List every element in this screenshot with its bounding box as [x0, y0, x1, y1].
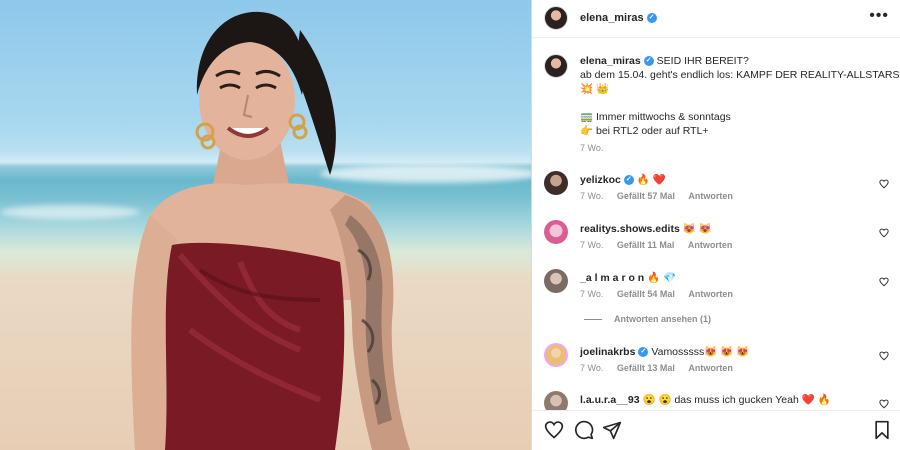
post-side-panel: elena_miras ✓ ••• elena_miras ✓ SEID IHR B… [531, 0, 900, 450]
more-options-icon[interactable]: ••• [869, 8, 889, 24]
comment-likes[interactable]: Gefällt 54 Mal [617, 289, 675, 299]
heart-icon[interactable] [879, 277, 889, 287]
verified-badge-icon: ✓ [646, 13, 657, 24]
heart-icon[interactable] [879, 179, 889, 189]
comment-item: l.a.u.r.a__93 😮 😮 das muss ich gucken Ye… [532, 391, 900, 410]
comment-text: 🔥 ❤️ [636, 174, 666, 186]
view-replies-label: Antworten ansehen (1) [614, 314, 712, 324]
avatar[interactable] [544, 171, 568, 195]
comment-username[interactable]: joelinakrbs [580, 346, 635, 358]
comment-username[interactable]: yelizkoc [580, 174, 621, 186]
caption-username[interactable]: elena_miras [580, 55, 641, 67]
share-icon[interactable] [602, 420, 622, 440]
reply-button[interactable]: Antworten [688, 289, 733, 299]
comment-text: 🔥 💎 [647, 272, 677, 284]
comment-username[interactable]: _a l m a r o n [580, 272, 644, 284]
verified-badge-icon: ✓ [638, 347, 649, 358]
comment-item: joelinakrbs ✓ Vamosssss😻 😻 😻 7 Wo. Gefäll… [532, 343, 900, 391]
reply-button[interactable]: Antworten [688, 363, 733, 373]
divider [584, 319, 602, 321]
comment-age: 7 Wo. [580, 240, 604, 250]
comment-item: realitys.shows.edits 😻 😻 7 Wo. Gefällt 1… [532, 220, 900, 268]
verified-badge-icon: ✓ [643, 56, 654, 67]
woman-illustration [131, 11, 410, 450]
heart-icon[interactable] [879, 351, 889, 361]
comment-username[interactable]: realitys.shows.edits [580, 223, 680, 235]
avatar[interactable] [544, 54, 568, 78]
post-username[interactable]: elena_miras [580, 12, 644, 24]
bookmark-icon[interactable] [872, 420, 892, 440]
comment-age: 7 Wo. [580, 191, 604, 201]
comment-username[interactable]: l.a.u.r.a__93 [580, 394, 640, 406]
caption-line: SEID IHR BEREIT? [656, 55, 749, 67]
post-header: elena_miras ✓ ••• [532, 0, 900, 38]
heart-icon[interactable] [544, 420, 564, 440]
comment-text: 😮 😮 das muss ich gucken Yeah ❤️ 🔥 [642, 394, 831, 406]
caption-line: 🚃 Immer mittwochs & sonntags [580, 111, 731, 123]
comment-text: Vamosssss😻 😻 😻 [651, 346, 750, 358]
heart-icon[interactable] [879, 399, 889, 409]
comment-age: 7 Wo. [580, 289, 604, 299]
comment-age: 7 Wo. [580, 363, 604, 373]
caption-line: 👉 bei RTL2 oder auf RTL+ [580, 125, 709, 137]
avatar[interactable] [544, 269, 568, 293]
avatar[interactable] [544, 6, 568, 30]
comment-likes[interactable]: Gefällt 11 Mal [617, 240, 675, 250]
comment-item: yelizkoc ✓ 🔥 ❤️ 7 Wo. Gefällt 57 Mal Antw… [532, 171, 900, 219]
avatar[interactable] [544, 343, 568, 367]
caption-line: 💥 👑 [580, 83, 610, 95]
heart-icon[interactable] [879, 228, 889, 238]
comment-icon[interactable] [574, 420, 594, 440]
caption-age: 7 Wo. [580, 143, 604, 153]
action-bar [532, 410, 900, 450]
view-replies-button[interactable]: Antworten ansehen (1) [584, 314, 711, 324]
comment-text: 😻 😻 [682, 223, 712, 235]
avatar[interactable] [544, 391, 568, 410]
comment-likes[interactable]: Gefällt 57 Mal [617, 191, 675, 201]
reply-button[interactable]: Antworten [688, 191, 733, 201]
post-photo[interactable] [0, 0, 531, 450]
caption-line: ab dem 15.04. geht's endlich los: KAMPF … [580, 69, 900, 81]
verified-badge-icon: ✓ [623, 175, 634, 186]
avatar[interactable] [544, 220, 568, 244]
comment-item: _a l m a r o n 🔥 💎 7 Wo. Gefällt 54 Mal … [532, 269, 900, 317]
reply-button[interactable]: Antworten [688, 240, 733, 250]
comment-likes[interactable]: Gefällt 13 Mal [617, 363, 675, 373]
